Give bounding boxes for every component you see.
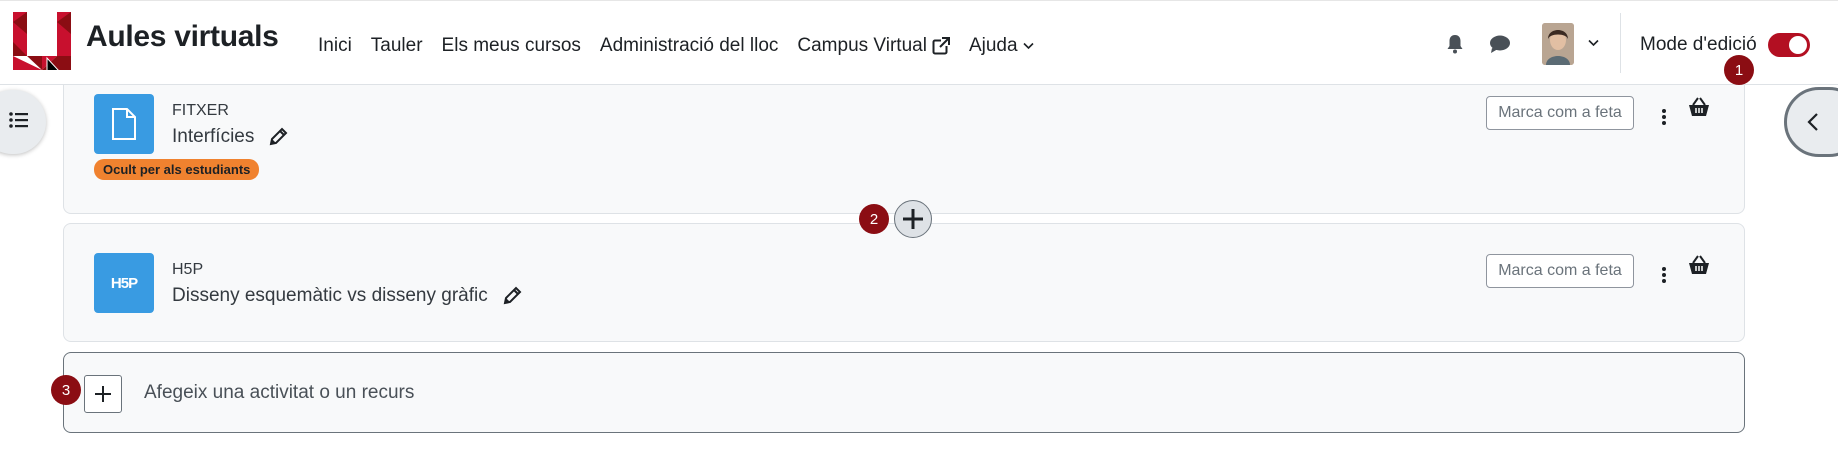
edit-mode-toggle[interactable] bbox=[1768, 33, 1810, 57]
activity-name[interactable]: Disseny esquemàtic vs disseny gràfic bbox=[172, 285, 522, 307]
file-icon[interactable] bbox=[94, 94, 154, 154]
mark-as-done-button[interactable]: Marca com a feta bbox=[1486, 254, 1634, 288]
plus-icon[interactable] bbox=[84, 375, 122, 413]
activity-type: FITXER bbox=[172, 102, 229, 119]
annotation-badge-3: 3 bbox=[51, 375, 81, 405]
plus-icon bbox=[903, 209, 923, 229]
h5p-icon[interactable]: H5P bbox=[94, 253, 154, 313]
pencil-icon[interactable] bbox=[502, 286, 522, 306]
nav-label: Ajuda bbox=[968, 35, 1018, 56]
top-navbar: Aules virtuals Inici Tauler Els meus cur… bbox=[0, 0, 1838, 85]
activity-type: H5P bbox=[172, 261, 204, 278]
nav-item-els-meus-cursos[interactable]: Els meus cursos bbox=[442, 35, 581, 57]
chevron-down-icon bbox=[1022, 42, 1034, 50]
kebab-menu-icon[interactable] bbox=[1661, 108, 1667, 126]
nav-label: Campus Virtual bbox=[797, 35, 927, 56]
site-logo[interactable] bbox=[13, 12, 71, 70]
edit-mode-label: Mode d'edició bbox=[1640, 34, 1757, 55]
site-name[interactable]: Aules virtuals bbox=[86, 20, 279, 54]
h5p-icon-text: H5P bbox=[110, 274, 138, 292]
nav-item-tauler[interactable]: Tauler bbox=[371, 35, 423, 57]
activity-name-text: Disseny esquemàtic vs disseny gràfic bbox=[172, 285, 488, 306]
activity-card: H5P H5P Disseny esquemàtic vs disseny gr… bbox=[63, 223, 1745, 342]
list-icon bbox=[9, 112, 28, 128]
nav-item-administracio[interactable]: Administració del lloc bbox=[600, 35, 778, 57]
hidden-from-students-badge: Ocult per als estudiants bbox=[94, 159, 260, 180]
add-content-button[interactable] bbox=[894, 200, 932, 238]
nav-label: Administració del lloc bbox=[599, 35, 779, 56]
nav-label: Inici bbox=[318, 35, 352, 56]
nav-label: Els meus cursos bbox=[441, 35, 581, 56]
activity-name[interactable]: Interfícies bbox=[172, 126, 288, 148]
block-drawer-button[interactable] bbox=[1784, 87, 1838, 157]
chevron-left-icon bbox=[1807, 113, 1818, 131]
course-index-drawer-button[interactable] bbox=[0, 90, 46, 154]
nav-item-inici[interactable]: Inici bbox=[318, 35, 352, 57]
nav-item-ajuda[interactable]: Ajuda bbox=[969, 35, 1034, 57]
pencil-icon[interactable] bbox=[268, 127, 288, 147]
mark-as-done-button[interactable]: Marca com a feta bbox=[1486, 96, 1634, 130]
messages-icon[interactable] bbox=[1489, 35, 1511, 53]
kebab-menu-icon[interactable] bbox=[1661, 266, 1667, 284]
basket-icon[interactable] bbox=[1688, 255, 1710, 275]
toggle-knob bbox=[1789, 36, 1807, 54]
activity-name-text: Interfícies bbox=[172, 126, 255, 147]
annotation-badge-2: 2 bbox=[859, 204, 889, 234]
add-activity-label: Afegeix una activitat o un recurs bbox=[144, 382, 415, 403]
basket-icon[interactable] bbox=[1688, 97, 1710, 117]
external-link-icon bbox=[932, 37, 950, 55]
divider bbox=[1620, 13, 1621, 73]
bell-icon[interactable] bbox=[1446, 34, 1464, 54]
chevron-down-icon[interactable] bbox=[1588, 39, 1599, 47]
primary-navigation: Inici Tauler Els meus cursos Administrac… bbox=[318, 35, 1053, 57]
add-activity-or-resource[interactable]: Afegeix una activitat o un recurs bbox=[63, 352, 1745, 433]
annotation-badge-1: 1 bbox=[1724, 55, 1754, 85]
user-avatar[interactable] bbox=[1542, 23, 1574, 65]
nav-item-campus-virtual[interactable]: Campus Virtual bbox=[797, 35, 950, 57]
nav-label: Tauler bbox=[370, 35, 423, 56]
